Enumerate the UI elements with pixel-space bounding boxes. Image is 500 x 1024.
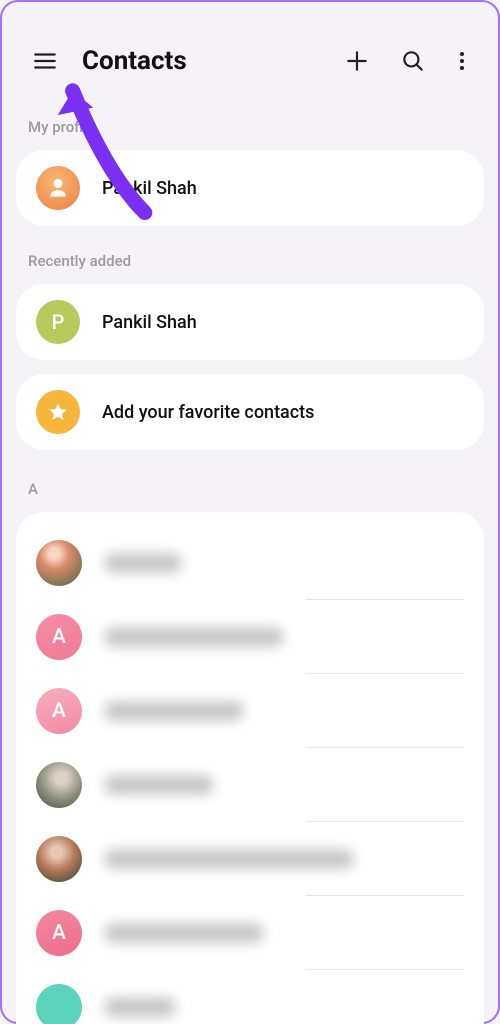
avatar xyxy=(36,390,80,434)
avatar: A xyxy=(36,688,82,734)
contact-name-blurred xyxy=(104,701,244,721)
contact-row[interactable] xyxy=(16,748,484,822)
contact-name-blurred xyxy=(104,849,354,869)
person-icon xyxy=(45,175,71,201)
add-contact-button[interactable] xyxy=(338,42,376,80)
profile-name: Pankil Shah xyxy=(102,178,197,199)
avatar-initial: P xyxy=(52,310,65,334)
contact-row[interactable]: A xyxy=(16,896,484,970)
section-label-letter-a: A xyxy=(2,458,498,502)
plus-icon xyxy=(344,48,370,74)
avatar: A xyxy=(36,910,82,956)
contact-row[interactable] xyxy=(16,526,484,600)
contact-row[interactable] xyxy=(16,970,484,1024)
hamburger-icon xyxy=(32,48,58,74)
search-icon xyxy=(400,48,426,74)
contact-name-blurred xyxy=(104,627,284,647)
page-title: Contacts xyxy=(82,46,320,76)
avatar xyxy=(36,984,82,1024)
menu-button[interactable] xyxy=(26,42,64,80)
contact-name: Pankil Shah xyxy=(102,312,197,333)
contact-row[interactable] xyxy=(16,822,484,896)
contact-name-blurred xyxy=(104,923,264,943)
avatar xyxy=(36,836,82,882)
add-favorites-row[interactable]: Add your favorite contacts xyxy=(16,374,484,450)
my-profile-row[interactable]: Pankil Shah xyxy=(16,150,484,226)
section-label-my-profile: My profile xyxy=(2,100,498,146)
avatar: A xyxy=(36,614,82,660)
contact-row[interactable]: A xyxy=(16,600,484,674)
contact-name-blurred xyxy=(104,553,182,573)
app-header: Contacts xyxy=(2,2,498,100)
avatar xyxy=(36,762,82,808)
more-vert-icon xyxy=(450,48,474,74)
contact-name-blurred xyxy=(104,997,176,1017)
avatar xyxy=(36,540,82,586)
contact-name-blurred xyxy=(104,775,214,795)
star-icon xyxy=(47,401,69,423)
add-favorites-label: Add your favorite contacts xyxy=(102,402,314,423)
contacts-list-a: AAA xyxy=(16,512,484,1024)
section-label-recently-added: Recently added xyxy=(2,234,498,280)
recent-contact-row[interactable]: P Pankil Shah xyxy=(16,284,484,360)
avatar: P xyxy=(36,300,80,344)
search-button[interactable] xyxy=(394,42,432,80)
avatar xyxy=(36,166,80,210)
overflow-menu-button[interactable] xyxy=(450,42,474,80)
contact-row[interactable]: A xyxy=(16,674,484,748)
